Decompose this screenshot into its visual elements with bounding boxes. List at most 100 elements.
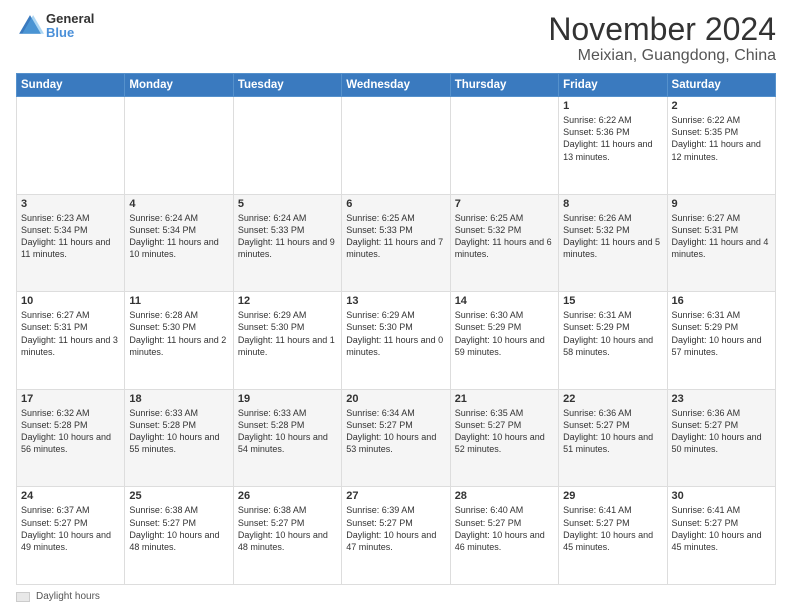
day-number: 21 (455, 393, 554, 405)
day-number: 13 (346, 295, 445, 307)
calendar-week-row: 3 Sunrise: 6:23 AM Sunset: 5:34 PM Daylig… (17, 194, 776, 292)
calendar-cell: 29 Sunrise: 6:41 AM Sunset: 5:27 PM Dayli… (559, 487, 667, 585)
day-number: 29 (563, 490, 662, 502)
day-info: Sunrise: 6:23 AM Sunset: 5:34 PM Dayligh… (21, 212, 120, 261)
day-info: Sunrise: 6:22 AM Sunset: 5:36 PM Dayligh… (563, 114, 662, 163)
calendar-cell: 30Sunrise: 6:41 AM Sunset: 5:27 PM Dayli… (667, 487, 775, 585)
calendar-cell: 6 Sunrise: 6:25 AM Sunset: 5:33 PM Daylig… (342, 194, 450, 292)
calendar-subtitle: Meixian, Guangdong, China (548, 47, 776, 65)
calendar-cell: 27Sunrise: 6:39 AM Sunset: 5:27 PM Dayli… (342, 487, 450, 585)
calendar-cell: 7Sunrise: 6:25 AM Sunset: 5:32 PM Daylig… (450, 194, 558, 292)
day-info: Sunrise: 6:35 AM Sunset: 5:27 PM Dayligh… (455, 407, 554, 456)
calendar-cell: 11 Sunrise: 6:28 AM Sunset: 5:30 PM Dayli… (125, 292, 233, 390)
day-number: 23 (672, 393, 771, 405)
day-header-wednesday: Wednesday (342, 74, 450, 97)
title-block: November 2024 Meixian, Guangdong, China (548, 12, 776, 65)
calendar-cell: 24Sunrise: 6:37 AM Sunset: 5:27 PM Dayli… (17, 487, 125, 585)
day-info: Sunrise: 6:32 AM Sunset: 5:28 PM Dayligh… (21, 407, 120, 456)
day-number: 19 (238, 393, 337, 405)
day-number: 2 (672, 100, 771, 112)
calendar-cell: 3 Sunrise: 6:23 AM Sunset: 5:34 PM Daylig… (17, 194, 125, 292)
day-info: Sunrise: 6:30 AM Sunset: 5:29 PM Dayligh… (455, 309, 554, 358)
day-number: 8 (563, 198, 662, 210)
day-info: Sunrise: 6:29 AM Sunset: 5:30 PM Dayligh… (238, 309, 337, 358)
calendar-cell (17, 97, 125, 195)
header: General Blue November 2024 Meixian, Guan… (16, 12, 776, 65)
calendar-cell: 15 Sunrise: 6:31 AM Sunset: 5:29 PM Dayli… (559, 292, 667, 390)
page: General Blue November 2024 Meixian, Guan… (0, 0, 792, 612)
day-info: Sunrise: 6:26 AM Sunset: 5:32 PM Dayligh… (563, 212, 662, 261)
calendar-cell: 1 Sunrise: 6:22 AM Sunset: 5:36 PM Daylig… (559, 97, 667, 195)
calendar-cell: 25 Sunrise: 6:38 AM Sunset: 5:27 PM Dayli… (125, 487, 233, 585)
calendar-header-row: SundayMondayTuesdayWednesdayThursdayFrid… (17, 74, 776, 97)
day-info: Sunrise: 6:29 AM Sunset: 5:30 PM Dayligh… (346, 309, 445, 358)
calendar-table: SundayMondayTuesdayWednesdayThursdayFrid… (16, 73, 776, 585)
logo: General Blue (16, 12, 94, 41)
day-info: Sunrise: 6:24 AM Sunset: 5:33 PM Dayligh… (238, 212, 337, 261)
day-info: Sunrise: 6:33 AM Sunset: 5:28 PM Dayligh… (129, 407, 228, 456)
day-info: Sunrise: 6:38 AM Sunset: 5:27 PM Dayligh… (129, 504, 228, 553)
day-number: 17 (21, 393, 120, 405)
logo-general: General (46, 12, 94, 26)
legend-label: Daylight hours (36, 591, 100, 602)
day-info: Sunrise: 6:33 AM Sunset: 5:28 PM Dayligh… (238, 407, 337, 456)
day-info: Sunrise: 6:41 AM Sunset: 5:27 PM Dayligh… (563, 504, 662, 553)
day-header-sunday: Sunday (17, 74, 125, 97)
day-info: Sunrise: 6:28 AM Sunset: 5:30 PM Dayligh… (129, 309, 228, 358)
legend-box (16, 592, 30, 602)
day-header-friday: Friday (559, 74, 667, 97)
day-header-thursday: Thursday (450, 74, 558, 97)
calendar-cell: 12 Sunrise: 6:29 AM Sunset: 5:30 PM Dayli… (233, 292, 341, 390)
day-number: 11 (129, 295, 228, 307)
day-info: Sunrise: 6:27 AM Sunset: 5:31 PM Dayligh… (21, 309, 120, 358)
calendar-cell: 10 Sunrise: 6:27 AM Sunset: 5:31 PM Dayli… (17, 292, 125, 390)
day-number: 4 (129, 198, 228, 210)
calendar-cell: 2Sunrise: 6:22 AM Sunset: 5:35 PM Daylig… (667, 97, 775, 195)
calendar-cell (342, 97, 450, 195)
calendar-cell: 19 Sunrise: 6:33 AM Sunset: 5:28 PM Dayli… (233, 389, 341, 487)
day-info: Sunrise: 6:40 AM Sunset: 5:27 PM Dayligh… (455, 504, 554, 553)
calendar-cell: 21 Sunrise: 6:35 AM Sunset: 5:27 PM Dayli… (450, 389, 558, 487)
day-number: 20 (346, 393, 445, 405)
calendar-week-row: 10 Sunrise: 6:27 AM Sunset: 5:31 PM Dayli… (17, 292, 776, 390)
legend: Daylight hours (16, 591, 776, 602)
day-header-tuesday: Tuesday (233, 74, 341, 97)
day-info: Sunrise: 6:38 AM Sunset: 5:27 PM Dayligh… (238, 504, 337, 553)
day-info: Sunrise: 6:31 AM Sunset: 5:29 PM Dayligh… (672, 309, 771, 358)
calendar-cell: 13 Sunrise: 6:29 AM Sunset: 5:30 PM Dayli… (342, 292, 450, 390)
day-info: Sunrise: 6:34 AM Sunset: 5:27 PM Dayligh… (346, 407, 445, 456)
calendar-cell (125, 97, 233, 195)
logo-icon (16, 12, 44, 40)
calendar-cell: 4Sunrise: 6:24 AM Sunset: 5:34 PM Daylig… (125, 194, 233, 292)
day-number: 3 (21, 198, 120, 210)
calendar-title: November 2024 (548, 12, 776, 47)
calendar-cell: 18Sunrise: 6:33 AM Sunset: 5:28 PM Dayli… (125, 389, 233, 487)
day-number: 10 (21, 295, 120, 307)
logo-text: General Blue (46, 12, 94, 41)
day-number: 9 (672, 198, 771, 210)
logo-blue: Blue (46, 26, 94, 40)
day-number: 6 (346, 198, 445, 210)
day-info: Sunrise: 6:41 AM Sunset: 5:27 PM Dayligh… (672, 504, 771, 553)
calendar-week-row: 17 Sunrise: 6:32 AM Sunset: 5:28 PM Dayli… (17, 389, 776, 487)
day-number: 28 (455, 490, 554, 502)
day-number: 16 (672, 295, 771, 307)
calendar-cell: 22Sunrise: 6:36 AM Sunset: 5:27 PM Dayli… (559, 389, 667, 487)
day-number: 15 (563, 295, 662, 307)
calendar-cell: 16 Sunrise: 6:31 AM Sunset: 5:29 PM Dayli… (667, 292, 775, 390)
day-number: 12 (238, 295, 337, 307)
calendar-cell: 28 Sunrise: 6:40 AM Sunset: 5:27 PM Dayli… (450, 487, 558, 585)
day-info: Sunrise: 6:31 AM Sunset: 5:29 PM Dayligh… (563, 309, 662, 358)
day-header-saturday: Saturday (667, 74, 775, 97)
calendar-cell: 9Sunrise: 6:27 AM Sunset: 5:31 PM Daylig… (667, 194, 775, 292)
day-number: 25 (129, 490, 228, 502)
day-number: 14 (455, 295, 554, 307)
calendar-cell (450, 97, 558, 195)
day-info: Sunrise: 6:25 AM Sunset: 5:33 PM Dayligh… (346, 212, 445, 261)
day-number: 1 (563, 100, 662, 112)
calendar-cell (233, 97, 341, 195)
day-number: 24 (21, 490, 120, 502)
calendar-cell: 17 Sunrise: 6:32 AM Sunset: 5:28 PM Dayli… (17, 389, 125, 487)
day-number: 5 (238, 198, 337, 210)
calendar-cell: 14 Sunrise: 6:30 AM Sunset: 5:29 PM Dayli… (450, 292, 558, 390)
